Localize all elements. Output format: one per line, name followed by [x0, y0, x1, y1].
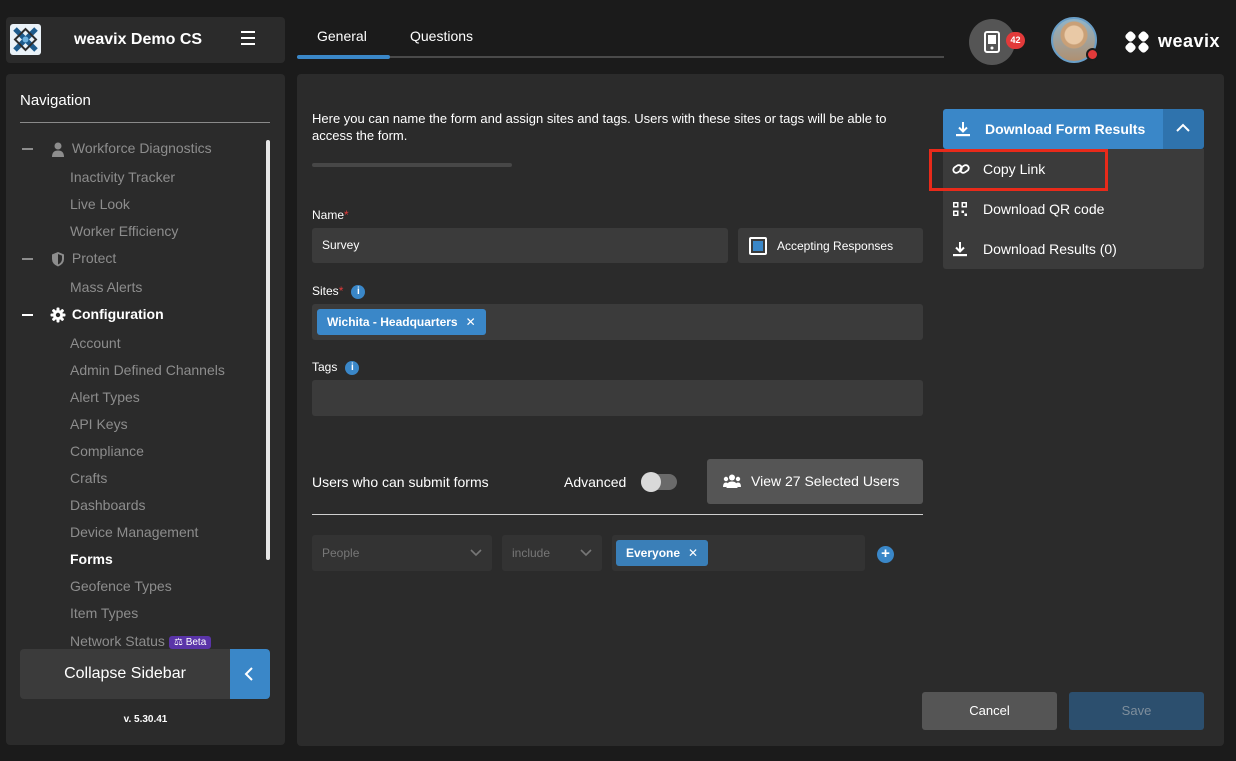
accepting-responses-label: Accepting Responses [777, 239, 894, 253]
include-placeholder: include [512, 546, 551, 560]
person-icon [50, 141, 66, 158]
name-label: Name* [312, 208, 349, 222]
brand-name: weavix Demo CS [74, 31, 203, 48]
view-users-label: View 27 Selected Users [751, 473, 900, 489]
notification-count-badge: 42 [1006, 32, 1025, 49]
sidebar-item-geofence-types[interactable]: Geofence Types [70, 578, 172, 594]
sidebar-item-crafts[interactable]: Crafts [70, 470, 107, 486]
highlight-annotation [929, 149, 1108, 191]
tab-questions[interactable]: Questions [410, 28, 473, 44]
tags-input[interactable] [312, 380, 923, 416]
collapse-sidebar-button[interactable]: Collapse Sidebar [20, 649, 230, 699]
sites-label: Sites* i [312, 284, 366, 299]
sidebar-item-network-status[interactable]: Network Status ⚖ Beta [70, 633, 212, 649]
sidebar-section-label: Configuration [71, 306, 164, 322]
brand-bar: weavix Demo CS [6, 17, 285, 63]
sidebar-item-mass-alerts[interactable]: Mass Alerts [70, 279, 142, 295]
remove-chip-icon[interactable]: ✕ [688, 546, 698, 560]
sidebar-item-alert-types[interactable]: Alert Types [70, 389, 140, 405]
shield-icon [50, 251, 66, 267]
qr-code-icon [953, 202, 967, 216]
menu-icon[interactable] [241, 31, 255, 45]
info-icon[interactable]: i [345, 360, 360, 375]
tab-track [297, 56, 944, 58]
sidebar-section-label: Protect [71, 250, 117, 266]
name-input[interactable]: Survey [312, 228, 728, 263]
info-icon[interactable]: i [351, 284, 366, 299]
sidebar-item-worker-efficiency[interactable]: Worker Efficiency [70, 223, 178, 239]
sidebar-item-admin-defined-channels[interactable]: Admin Defined Channels [70, 362, 225, 378]
people-select[interactable]: People [312, 535, 492, 571]
weavix-logo-icon [1125, 31, 1149, 53]
chevron-left-icon[interactable] [230, 649, 270, 699]
status-dot [1086, 48, 1099, 61]
progress-bar [312, 163, 512, 167]
sidebar: Navigation Workforce Diagnostics Inactiv… [6, 74, 285, 745]
sidebar-scrollbar[interactable] [266, 140, 270, 560]
app-version: v. 5.30.41 [123, 714, 168, 725]
tab-general[interactable]: General [317, 28, 367, 44]
sidebar-item-compliance[interactable]: Compliance [70, 443, 144, 459]
weavix-wordmark: weavix [1158, 31, 1221, 51]
company-logo-icon [10, 24, 41, 55]
add-rule-icon[interactable]: + [877, 546, 894, 563]
advanced-label: Advanced [564, 474, 627, 490]
tags-label: Tags i [312, 360, 360, 375]
remove-chip-icon[interactable]: ✕ [466, 315, 476, 329]
beta-badge: ⚖ Beta [168, 635, 212, 649]
menu-item-download-results[interactable]: Download Results (0) [943, 229, 1204, 269]
sidebar-item-forms[interactable]: Forms [70, 551, 113, 567]
accepting-responses-checkbox[interactable]: Accepting Responses [738, 228, 923, 263]
qr-code-label: Download QR code [983, 201, 1105, 217]
advanced-toggle[interactable] [641, 472, 677, 492]
site-chip: Wichita - Headquarters ✕ [317, 309, 486, 335]
sidebar-item-account[interactable]: Account [70, 335, 121, 351]
sidebar-item-item-types[interactable]: Item Types [70, 605, 138, 621]
users-divider [312, 514, 923, 515]
everyone-chip: Everyone ✕ [616, 540, 709, 566]
download-icon [956, 122, 970, 137]
view-selected-users-button[interactable]: View 27 Selected Users [707, 459, 923, 504]
download-icon [953, 242, 967, 257]
users-icon [723, 474, 741, 488]
sites-input[interactable]: Wichita - Headquarters ✕ [312, 304, 923, 340]
sidebar-item-inactivity-tracker[interactable]: Inactivity Tracker [70, 169, 175, 185]
chevron-down-icon [580, 549, 592, 557]
sidebar-section-configuration[interactable]: Configuration [22, 306, 164, 323]
intro-text: Here you can name the form and assign si… [312, 111, 887, 143]
people-placeholder: People [322, 546, 360, 560]
sidebar-section-label: Workforce Diagnostics [71, 140, 212, 156]
collapse-dash-icon [22, 314, 33, 317]
download-results-label: Download Results (0) [983, 241, 1117, 257]
gear-icon [50, 307, 66, 323]
download-button-label: Download Form Results [985, 121, 1146, 137]
download-form-results-button[interactable]: Download Form Results [943, 109, 1163, 149]
dropdown-toggle[interactable] [1163, 109, 1204, 149]
active-tab-indicator [297, 55, 390, 59]
users-value-input[interactable]: Everyone ✕ [612, 535, 865, 571]
chevron-down-icon [470, 549, 482, 557]
sidebar-item-live-look[interactable]: Live Look [70, 196, 130, 212]
users-label: Users who can submit forms [312, 474, 489, 490]
include-select[interactable]: include [502, 535, 602, 571]
cancel-button[interactable]: Cancel [922, 692, 1057, 730]
checkbox-icon[interactable] [749, 237, 767, 255]
nav-title: Navigation [20, 92, 91, 109]
collapse-dash-icon [22, 258, 33, 261]
sidebar-item-device-management[interactable]: Device Management [70, 524, 198, 540]
save-button[interactable]: Save [1069, 692, 1204, 730]
sidebar-section-workforce[interactable]: Workforce Diagnostics [22, 140, 212, 158]
collapse-dash-icon [22, 148, 33, 151]
nav-divider [20, 122, 270, 123]
sidebar-item-api-keys[interactable]: API Keys [70, 416, 128, 432]
menu-item-qr-code[interactable]: Download QR code [943, 189, 1204, 229]
chevron-up-icon [1176, 123, 1190, 132]
sidebar-section-protect[interactable]: Protect [22, 250, 116, 267]
sidebar-item-dashboards[interactable]: Dashboards [70, 497, 146, 513]
weavix-logo: weavix [1124, 29, 1224, 55]
sidebar-item-label: Network Status [70, 633, 165, 649]
